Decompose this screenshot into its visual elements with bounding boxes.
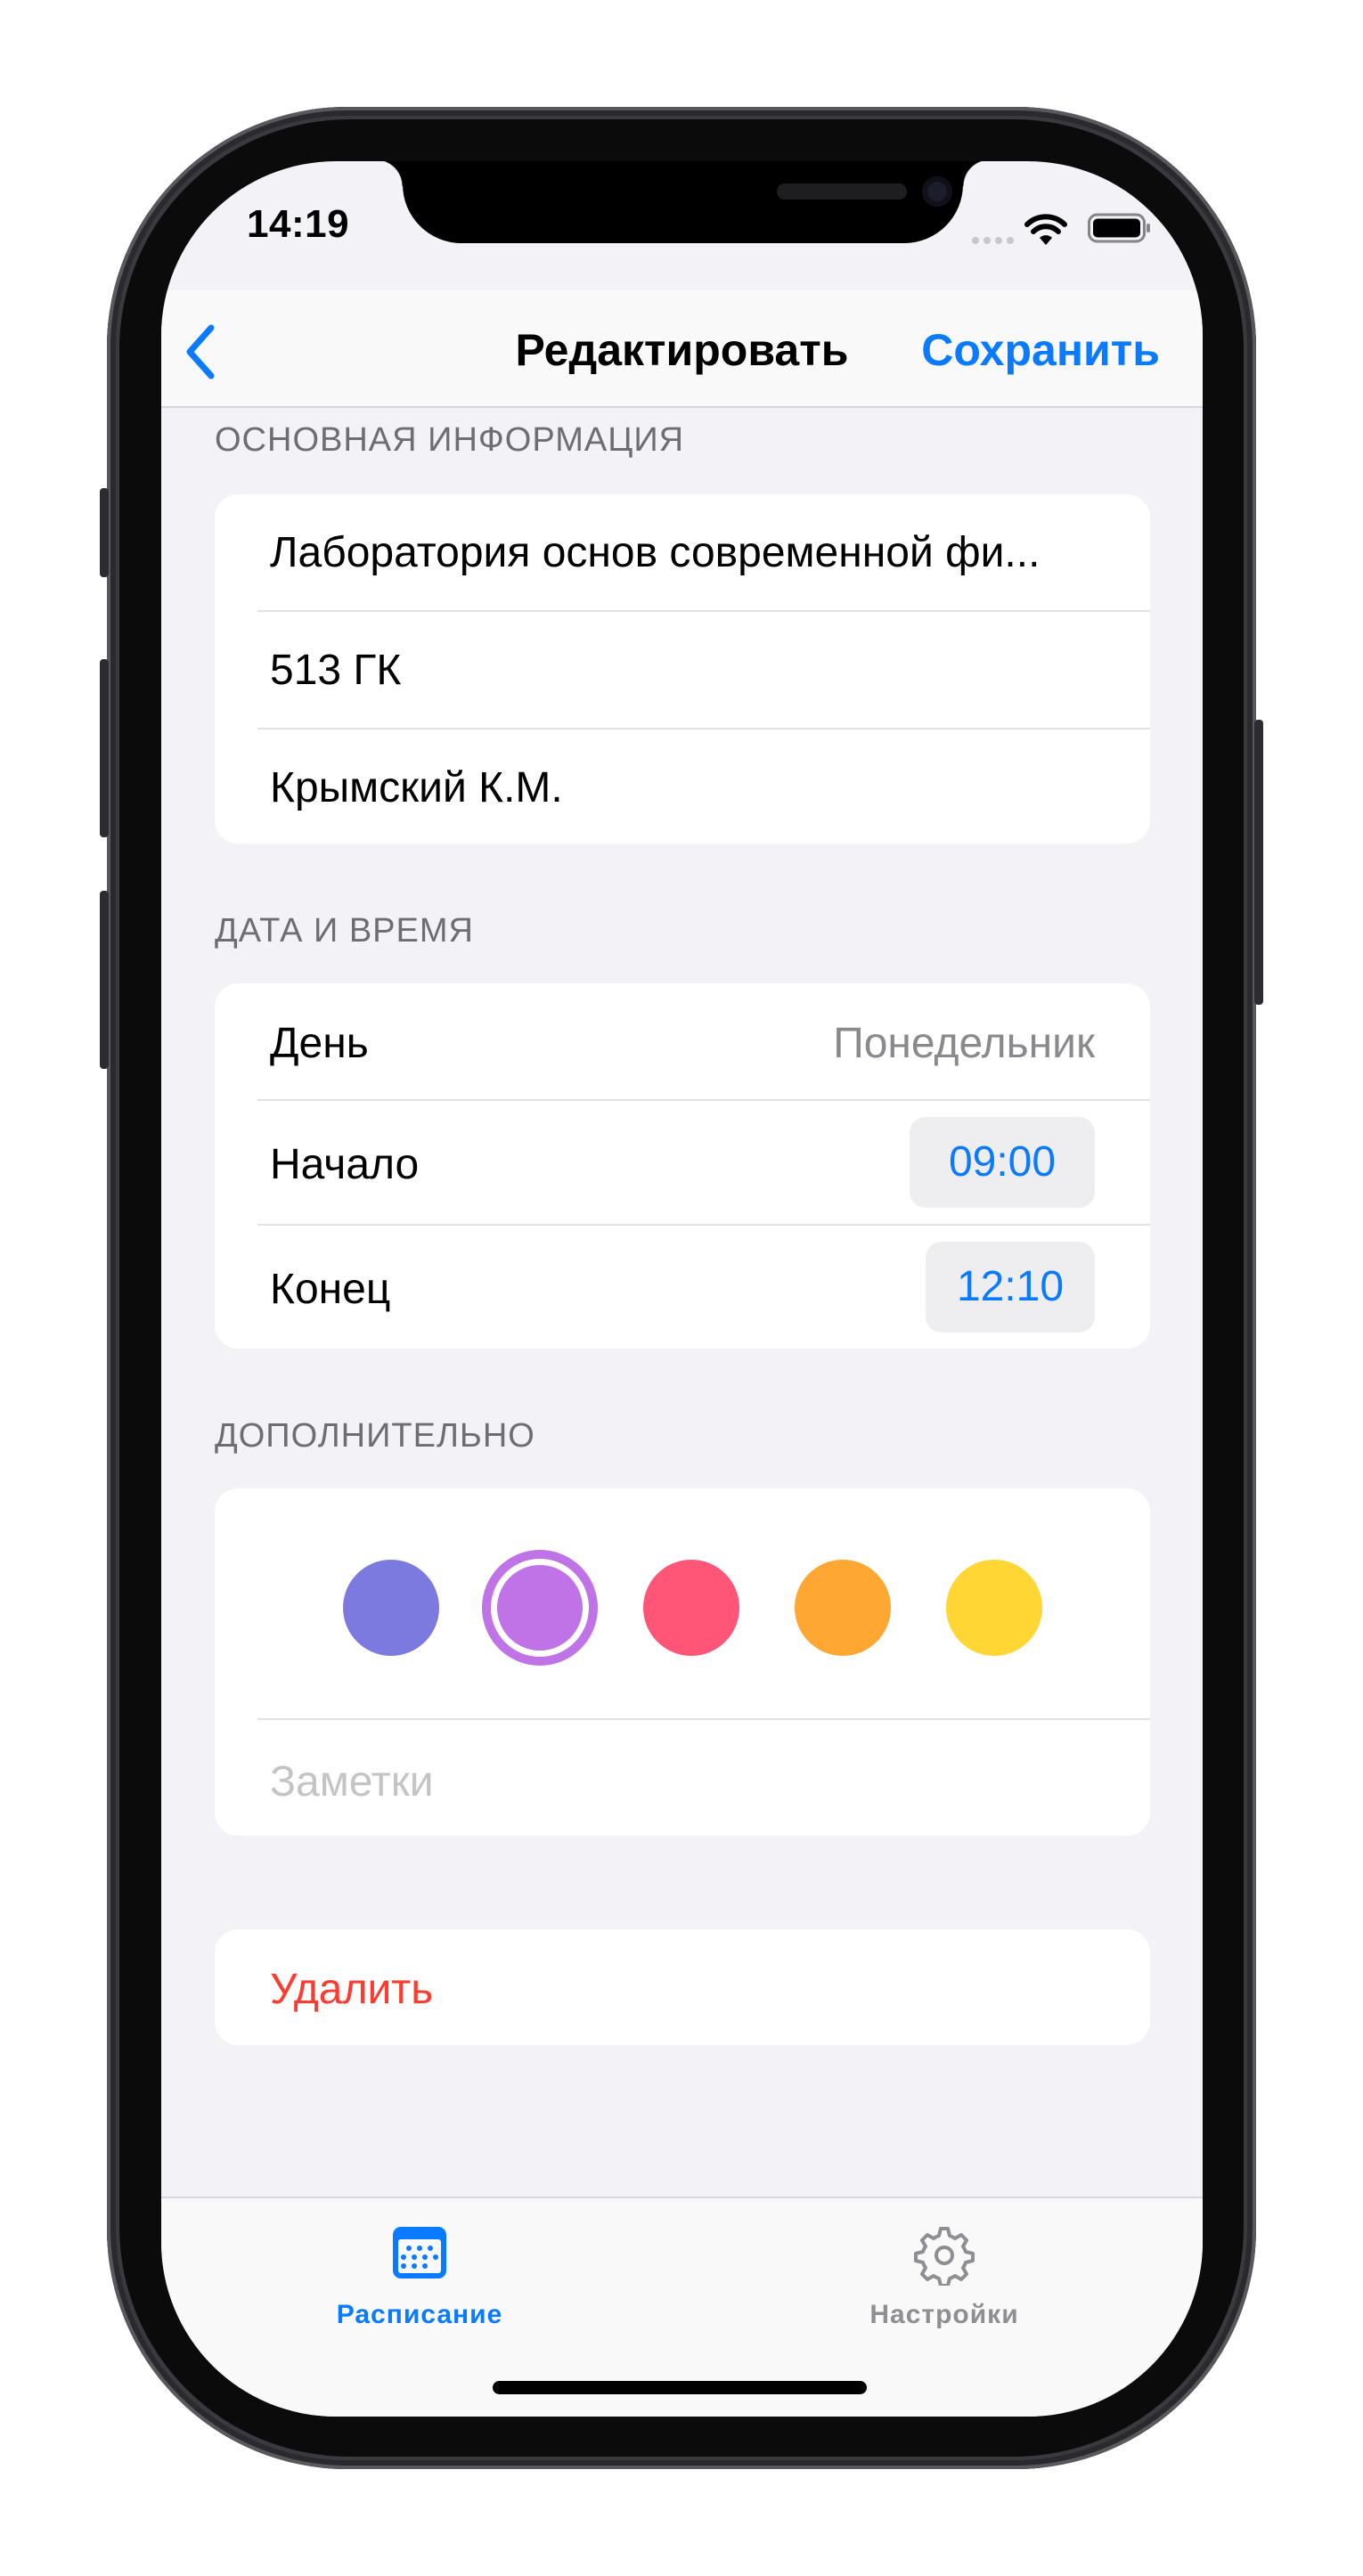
- subject-field[interactable]: Лаборатория основ современной фи...: [215, 494, 1150, 610]
- section-header-basic: ОСНОВНАЯ ИНФОРМАЦИЯ: [215, 421, 685, 459]
- navigation-bar: Редактировать Сохранить: [161, 290, 1203, 408]
- end-label: Конец: [270, 1266, 391, 1313]
- subject-text: Лаборатория основ современной фи...: [270, 529, 1041, 576]
- end-time-picker[interactable]: 12:10: [926, 1242, 1095, 1333]
- calendar-icon: [393, 2227, 446, 2278]
- volume-up-button: [100, 659, 109, 837]
- notes-field[interactable]: Заметки: [215, 1720, 1150, 1836]
- delete-button[interactable]: Удалить: [215, 1929, 1150, 2045]
- color-swatch[interactable]: [795, 1560, 891, 1656]
- status-time: 14:19: [247, 202, 350, 246]
- start-time-row: Начало 09:00: [215, 1101, 1150, 1224]
- teacher-text: Крымский К.М.: [270, 764, 563, 811]
- start-time-picker[interactable]: 09:00: [910, 1117, 1095, 1208]
- tab-schedule[interactable]: Расписание: [286, 2198, 553, 2332]
- room-text: 513 ГК: [270, 647, 402, 694]
- color-swatch[interactable]: [343, 1560, 439, 1656]
- color-swatch[interactable]: [643, 1560, 739, 1656]
- day-label: День: [270, 1020, 369, 1067]
- earpiece-speaker: [777, 183, 907, 200]
- tab-settings-label: Настройки: [869, 2300, 1019, 2329]
- battery-icon: [1088, 213, 1150, 243]
- notes-placeholder: Заметки: [270, 1758, 434, 1806]
- wifi-icon: [1024, 214, 1067, 245]
- tab-settings[interactable]: Настройки: [811, 2198, 1078, 2332]
- volume-down-button: [100, 891, 109, 1069]
- start-label: Начало: [270, 1141, 420, 1188]
- screen: 14:19 Редактировать Сохранить ОСНОВНАЯ И…: [161, 161, 1203, 2417]
- power-button: [1254, 720, 1263, 1005]
- home-indicator[interactable]: [493, 2381, 867, 2394]
- camera-notch: [376, 161, 990, 243]
- section-header-extra: ДОПОЛНИТЕЛЬНО: [215, 1417, 535, 1455]
- teacher-field[interactable]: Крымский К.М.: [215, 730, 1150, 844]
- datetime-card: День Понедельник Начало 09:00 Конец 12:1…: [215, 983, 1150, 1349]
- day-row[interactable]: День Понедельник: [215, 983, 1150, 1099]
- color-swatch[interactable]: [946, 1560, 1042, 1656]
- basic-info-card: Лаборатория основ современной фи... 513 …: [215, 494, 1150, 844]
- tab-schedule-label: Расписание: [336, 2300, 503, 2329]
- cellular-signal-icon: [972, 232, 1018, 249]
- gear-icon: [914, 2227, 975, 2286]
- delete-label: Удалить: [270, 1966, 434, 2013]
- room-field[interactable]: 513 ГК: [215, 612, 1150, 728]
- section-header-datetime: ДАТА И ВРЕМЯ: [215, 912, 474, 950]
- day-value: Понедельник: [833, 1020, 1095, 1067]
- silent-switch: [100, 488, 109, 577]
- save-button[interactable]: Сохранить: [921, 324, 1160, 376]
- extra-card: Заметки: [215, 1488, 1150, 1836]
- front-camera: [922, 176, 952, 207]
- end-time-row: Конец 12:10: [215, 1226, 1150, 1349]
- color-swatch-selected[interactable]: [497, 1565, 583, 1651]
